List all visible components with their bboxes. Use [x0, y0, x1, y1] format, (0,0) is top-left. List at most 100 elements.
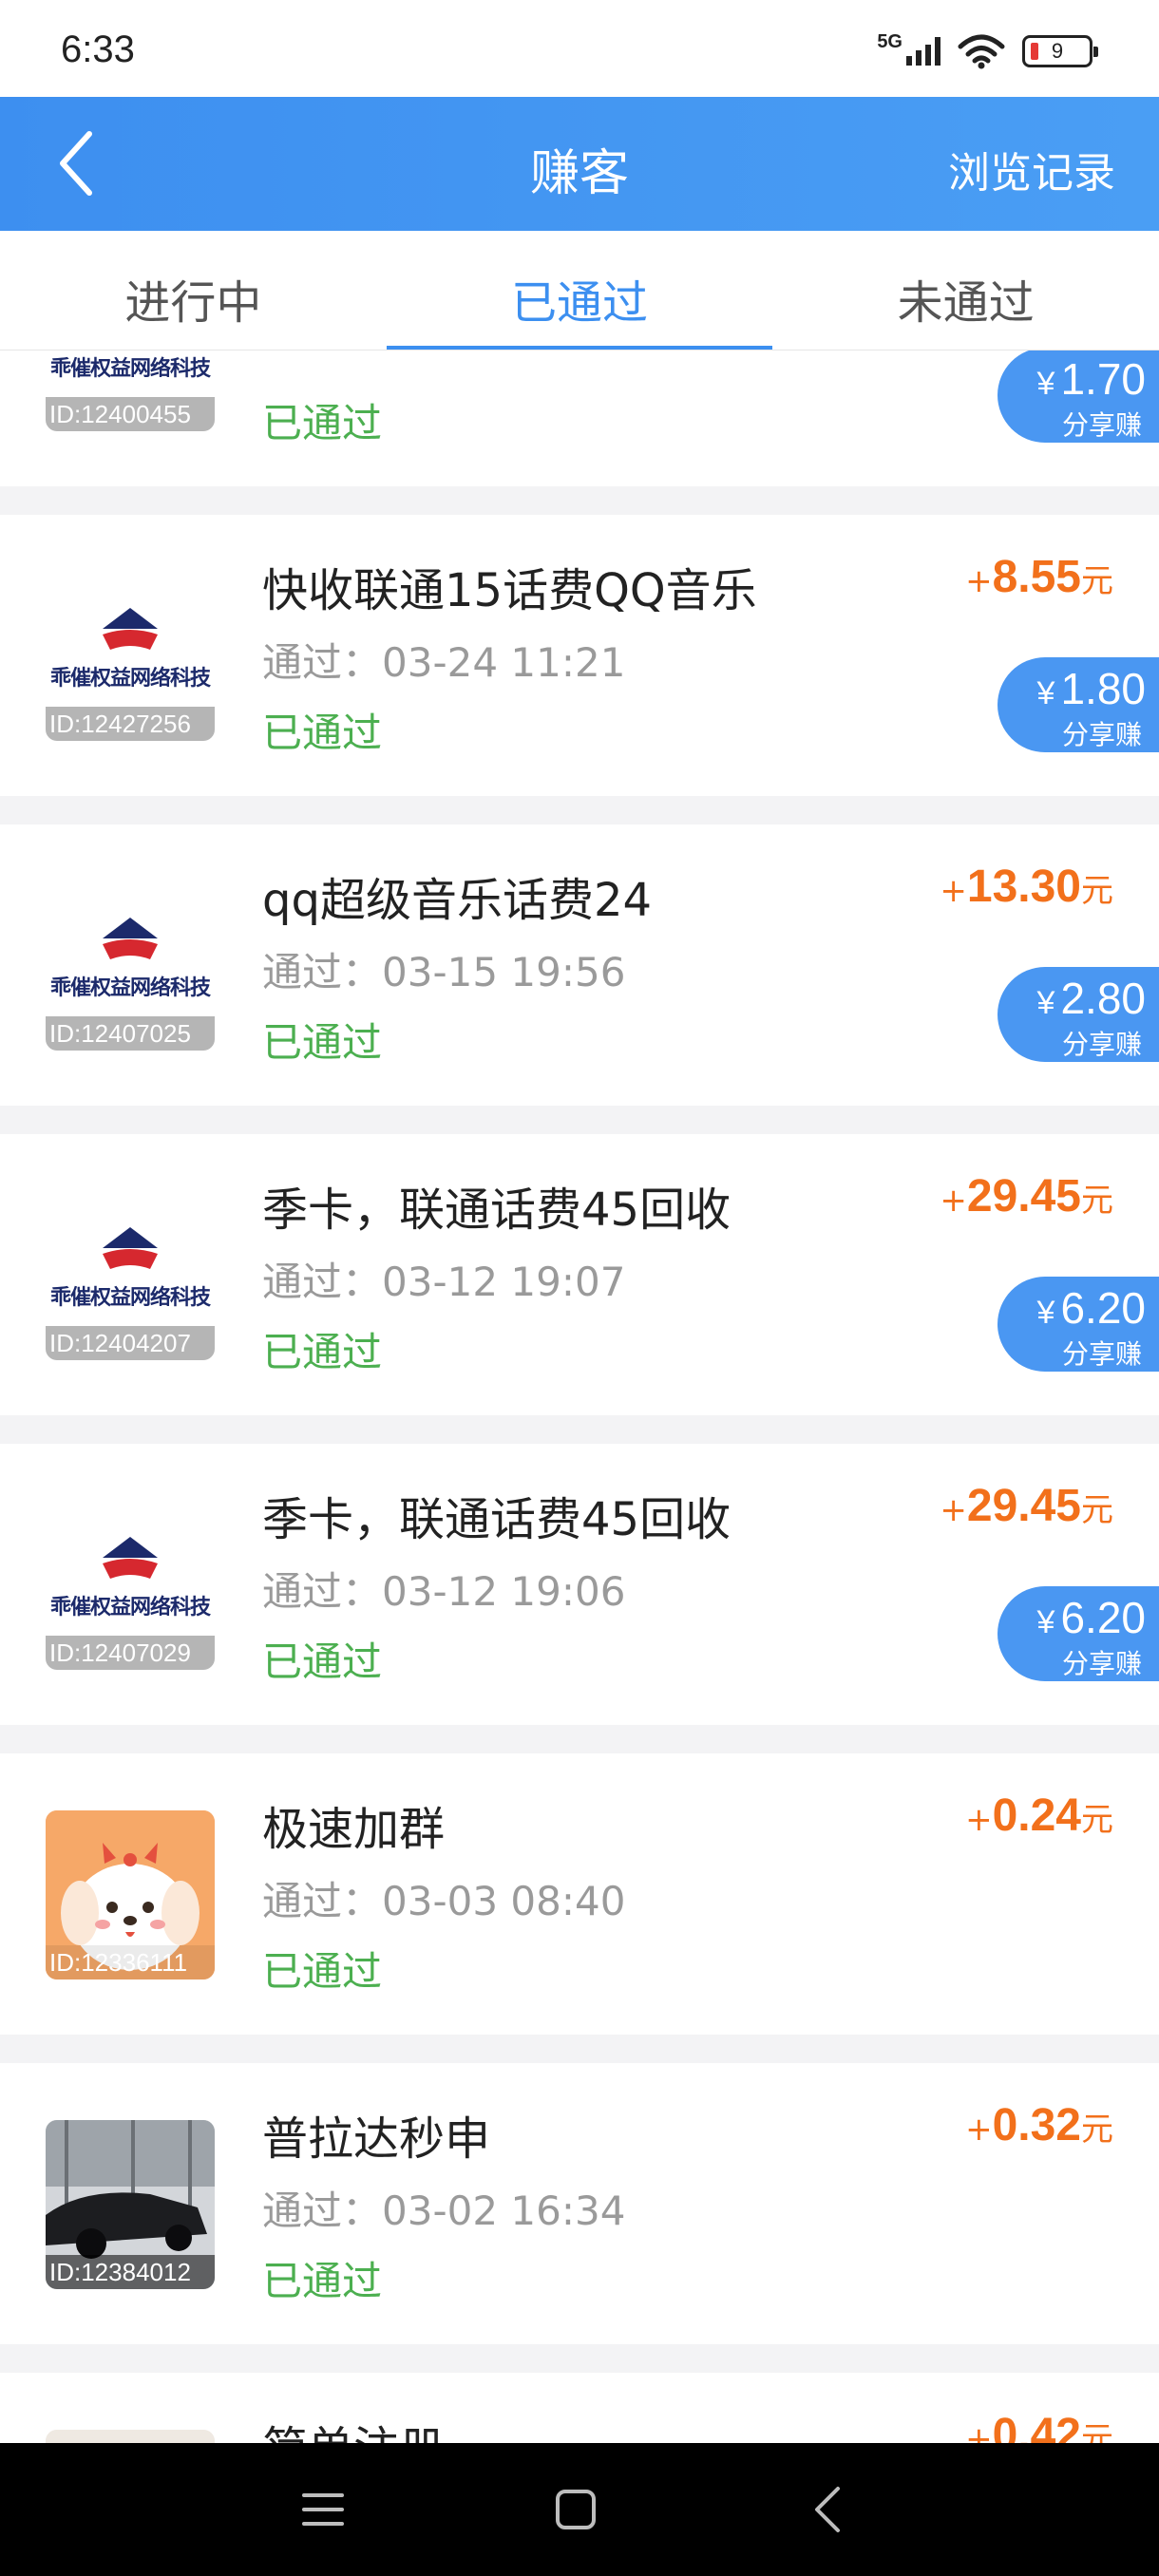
- reward-amount: +29.45元: [940, 1480, 1113, 1532]
- tab-approved[interactable]: 已通过: [386, 231, 773, 350]
- list-item[interactable]: ID:12384012 普拉达秒申 通过：03-02 16:34 已通过 +0.…: [0, 2063, 1159, 2344]
- task-thumbnail: 乖催权益网络科技 ID:12400455: [46, 350, 215, 431]
- amount-value: 29.45: [966, 1171, 1081, 1222]
- list-item[interactable]: 乖催权益网络科技 ID:12404207 季卡，联通话费45回收 通过：03-1…: [0, 1134, 1159, 1415]
- list-item[interactable]: 乖催权益网络科技 ID:12407025 qq超级音乐话费24 通过：03-15…: [0, 824, 1159, 1106]
- date-value: 03-12 19:06: [382, 1568, 626, 1615]
- wifi-icon: [958, 34, 1005, 69]
- list-item[interactable]: 乖催权益网络科技 ID:12427256 快收联通15话费QQ音乐 通过：03-…: [0, 515, 1159, 796]
- reward-amount: +0.24元: [965, 1790, 1113, 1842]
- yen-symbol: ¥: [1036, 675, 1055, 711]
- system-nav-bar: [0, 2443, 1159, 2576]
- task-thumbnail: 乖催权益网络科技 ID:12407025: [46, 881, 215, 1051]
- date-prefix: 通过：: [262, 1878, 383, 1924]
- task-id: ID:12427256: [46, 707, 215, 741]
- status-time: 6:33: [61, 28, 135, 70]
- reward-amount: +0.42元: [965, 2409, 1113, 2443]
- share-value: 2.80: [1060, 974, 1146, 1023]
- share-label: 分享赚: [1061, 1338, 1142, 1370]
- logo-text: 乖催权益网络科技: [49, 1596, 211, 1619]
- date-prefix: 通过：: [262, 1259, 383, 1305]
- task-id: ID:12407025: [46, 1016, 215, 1051]
- share-earn-button[interactable]: ¥6.20 分享赚: [998, 1277, 1159, 1372]
- status-icons: 5G 9: [877, 30, 1098, 70]
- date-prefix: 通过：: [262, 1568, 383, 1615]
- portrait-photo-icon: [46, 2430, 215, 2443]
- task-thumbnail: 乖催权益网络科技 ID:12407029: [46, 1501, 215, 1670]
- browse-history-link[interactable]: 浏览记录: [948, 139, 1115, 199]
- task-id: ID:12400455: [46, 397, 215, 431]
- task-id: ID:12404207: [46, 1326, 215, 1360]
- share-label: 分享赚: [1061, 409, 1142, 441]
- approved-time: 通过：03-03 08:40: [262, 1869, 625, 1927]
- home-icon: [556, 2490, 596, 2529]
- approved-time: 通过：03-12 19:07: [262, 1250, 625, 1308]
- share-value: 1.70: [1060, 354, 1146, 404]
- date-prefix: 通过：: [262, 949, 383, 995]
- menu-button[interactable]: [294, 2481, 352, 2538]
- share-value: 1.80: [1060, 664, 1146, 713]
- logo-text: 乖催权益网络科技: [49, 357, 211, 381]
- share-amount: ¥1.80: [1037, 663, 1146, 714]
- battery-icon: 9: [1022, 35, 1098, 67]
- tab-in-progress[interactable]: 进行中: [0, 231, 387, 350]
- share-amount: ¥2.80: [1037, 973, 1146, 1024]
- share-value: 6.20: [1060, 1283, 1146, 1333]
- date-value: 03-03 08:40: [382, 1878, 626, 1924]
- approved-time: 通过：03-12 19:06: [262, 1560, 625, 1618]
- date-value: 03-24 11:21: [382, 639, 626, 686]
- amount-value: 8.55: [992, 552, 1081, 602]
- amount-unit: 元: [1081, 1801, 1113, 1839]
- share-earn-button[interactable]: ¥2.80 分享赚: [998, 967, 1159, 1062]
- share-amount: ¥6.20: [1037, 1592, 1146, 1643]
- status-label: 已通过: [262, 1019, 383, 1066]
- task-title: 季卡，联通话费45回收: [262, 1493, 732, 1546]
- share-earn-button[interactable]: ¥6.20 分享赚: [998, 1586, 1159, 1681]
- amount-unit: 元: [1081, 2420, 1113, 2443]
- amount-value: 0.42: [992, 2410, 1081, 2443]
- plus-sign: +: [940, 872, 967, 910]
- app-header: 赚客 浏览记录: [0, 97, 1159, 231]
- back-icon: [815, 2487, 840, 2532]
- list-item[interactable]: 乖催权益网络科技 ID:12400455 已通过 ¥1.70 分享赚: [0, 350, 1159, 486]
- task-title: 季卡，联通话费45回收: [262, 1184, 732, 1237]
- task-title: qq超级音乐话费24: [262, 874, 653, 927]
- logo-text: 乖催权益网络科技: [49, 667, 211, 691]
- reward-amount: +13.30元: [940, 861, 1113, 913]
- logo-text: 乖催权益网络科技: [49, 976, 211, 1000]
- tab-rejected[interactable]: 未通过: [772, 231, 1159, 350]
- task-title: 普拉达秒申: [262, 2112, 491, 2166]
- share-label: 分享赚: [1061, 1029, 1142, 1060]
- task-id: ID:12336111: [46, 1945, 215, 1979]
- plus-sign: +: [965, 562, 993, 600]
- reward-amount: +8.55元: [965, 551, 1113, 603]
- date-value: 03-12 19:07: [382, 1259, 626, 1305]
- logo-text: 乖催权益网络科技: [49, 1286, 211, 1310]
- plus-sign: +: [965, 2111, 993, 2149]
- network-type: 5G: [877, 30, 902, 52]
- date-prefix: 通过：: [262, 2188, 383, 2234]
- share-label: 分享赚: [1061, 719, 1142, 750]
- list-item[interactable]: 乖催权益网络科技 ID:12407029 季卡，联通话费45回收 通过：03-1…: [0, 1444, 1159, 1725]
- task-id: ID:12384012: [46, 2255, 215, 2289]
- back-nav-button[interactable]: [800, 2481, 857, 2538]
- yen-symbol: ¥: [1036, 1604, 1055, 1640]
- amount-unit: 元: [1081, 1182, 1113, 1220]
- task-list[interactable]: 乖催权益网络科技 ID:12400455 已通过 ¥1.70 分享赚 乖催权益网…: [0, 350, 1159, 2443]
- amount-unit: 元: [1081, 562, 1113, 600]
- list-item[interactable]: ID:12336111 极速加群 通过：03-03 08:40 已通过 +0.2…: [0, 1753, 1159, 2035]
- list-item[interactable]: 简单注册 +0.42元: [0, 2373, 1159, 2443]
- status-label: 已通过: [262, 1638, 383, 1685]
- share-amount: ¥6.20: [1037, 1282, 1146, 1334]
- approved-time: 通过：03-15 19:56: [262, 940, 625, 998]
- amount-unit: 元: [1081, 2111, 1113, 2149]
- amount-value: 0.24: [992, 1790, 1081, 1841]
- home-button[interactable]: [547, 2481, 604, 2538]
- yen-symbol: ¥: [1036, 366, 1055, 402]
- amount-unit: 元: [1081, 1491, 1113, 1529]
- signal-icon: [906, 37, 940, 66]
- share-earn-button[interactable]: ¥1.70 分享赚: [998, 350, 1159, 443]
- share-earn-button[interactable]: ¥1.80 分享赚: [998, 657, 1159, 752]
- task-title: 简单注册: [262, 2411, 445, 2443]
- share-value: 6.20: [1060, 1593, 1146, 1642]
